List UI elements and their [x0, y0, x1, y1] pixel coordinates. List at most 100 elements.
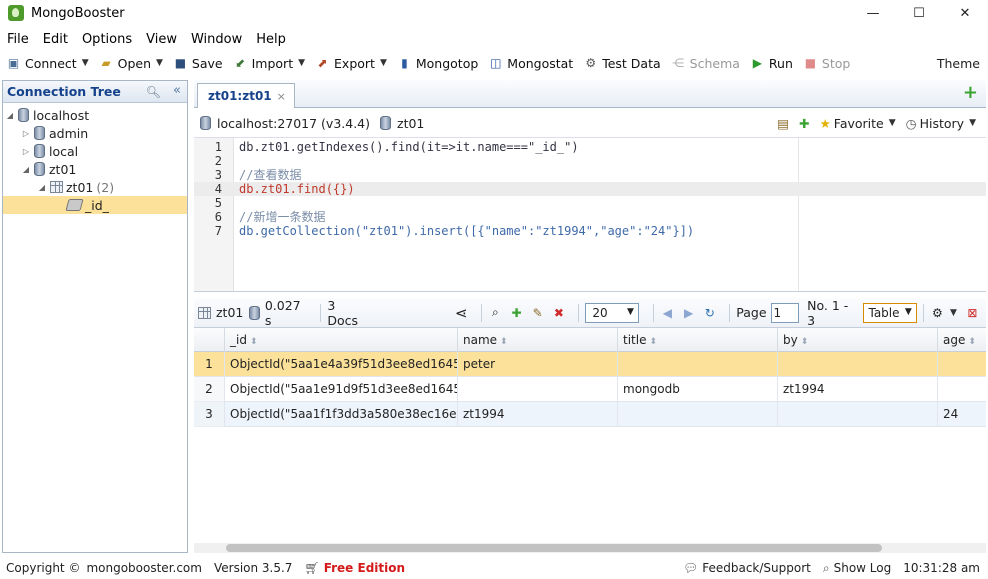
theme-button[interactable]: Theme [937, 50, 980, 76]
view-mode-select[interactable]: Table [863, 302, 917, 323]
code-line-active[interactable]: 4 db.zt01.find({}) [194, 182, 986, 196]
page-size-select[interactable]: 20 [585, 302, 639, 323]
collapsed-arrow-icon[interactable]: ▷ [21, 129, 31, 138]
stop-button[interactable]: ■ Stop [803, 52, 851, 74]
cell-title[interactable] [618, 352, 778, 377]
expanded-arrow-icon[interactable]: ◢ [5, 111, 15, 120]
chevron-down-icon[interactable]: ▼ [950, 308, 957, 318]
expanded-arrow-icon[interactable]: ◢ [37, 183, 47, 192]
menu-help[interactable]: Help [249, 32, 293, 47]
history-button[interactable]: ◷ History ▼ [906, 116, 976, 131]
add-favorite-icon[interactable]: ✚ [799, 116, 809, 131]
page-number-input[interactable]: 1 [770, 302, 800, 323]
search-icon[interactable]: 🔍︎ [146, 85, 161, 99]
tree-node-local[interactable]: ▷ local [3, 142, 187, 160]
code-line[interactable]: 1 db.zt01.getIndexes().find(it=>it.name=… [194, 140, 986, 154]
code-editor[interactable]: 1 db.zt01.getIndexes().find(it=>it.name=… [194, 137, 986, 292]
favorite-button[interactable]: ★ Favorite ▼ [820, 116, 896, 131]
tree-node-zt01-db[interactable]: ◢ zt01 [3, 160, 187, 178]
add-document-icon[interactable]: ✚ [509, 305, 524, 321]
cell-name[interactable] [458, 377, 618, 402]
cell-name[interactable]: zt1994 [458, 402, 618, 427]
cell-by[interactable] [778, 402, 938, 427]
run-button[interactable]: ▶ Run [750, 52, 793, 74]
export-label: Export [334, 55, 375, 71]
column-header-id[interactable]: _id ⬍ [225, 328, 458, 352]
menu-view[interactable]: View [139, 32, 184, 47]
edit-document-icon[interactable]: ✎ [530, 305, 545, 321]
server-info[interactable]: localhost:27017 (v3.4.4) [200, 116, 370, 131]
horizontal-scrollbar[interactable] [194, 543, 986, 553]
cell-by[interactable]: zt1994 [778, 377, 938, 402]
line-number: 5 [214, 196, 222, 210]
cell-id[interactable]: ObjectId("5aa1e91d9f51d3ee8ed16453") [225, 377, 458, 402]
next-page-icon[interactable]: ▶ [681, 305, 696, 321]
maximize-button[interactable]: ☐ [896, 0, 942, 26]
export-button[interactable]: ⬈ Export ▼ [315, 52, 387, 74]
cell-age[interactable]: 24 [938, 402, 986, 427]
table-row[interactable]: 2 ObjectId("5aa1e91d9f51d3ee8ed16453") m… [194, 377, 986, 402]
mongostat-button[interactable]: ◫ Mongostat [488, 52, 573, 74]
menu-window[interactable]: Window [184, 32, 249, 47]
menu-options[interactable]: Options [75, 32, 139, 47]
test-data-button[interactable]: ⚙ Test Data [583, 52, 660, 74]
scrollbar-thumb[interactable] [226, 544, 882, 552]
code-line[interactable]: 3 //查看数据 [194, 168, 986, 182]
minimize-button[interactable]: — [850, 0, 896, 26]
line-number: 3 [214, 168, 222, 182]
cell-id[interactable]: ObjectId("5aa1e4a39f51d3ee8ed16452") [225, 352, 458, 377]
timer-icon [249, 305, 260, 320]
collapsed-arrow-icon[interactable]: ▷ [21, 147, 31, 156]
add-tab-icon[interactable]: + [963, 84, 978, 102]
tree-node-index-id[interactable]: _id_ [3, 196, 187, 214]
cell-title[interactable]: mongodb [618, 377, 778, 402]
database-plug-icon: ▣ [7, 56, 20, 70]
column-header-title[interactable]: title ⬍ [618, 328, 778, 352]
column-header-age[interactable]: age ⬍ [938, 328, 986, 352]
cell-age[interactable] [938, 377, 986, 402]
settings-gear-icon[interactable]: ⚙ [930, 305, 945, 321]
close-results-icon[interactable]: ⊠ [965, 305, 980, 321]
edition-badge[interactable]: 🛒︎ Free Edition [304, 561, 405, 575]
menu-edit[interactable]: Edit [36, 32, 75, 47]
tree-node-zt01-collection[interactable]: ◢ zt01 (2) [3, 178, 187, 196]
column-header-name[interactable]: name ⬍ [458, 328, 618, 352]
database-info[interactable]: zt01 [380, 116, 424, 131]
save-button[interactable]: ■ Save [173, 52, 223, 74]
tab-zt01[interactable]: zt01:zt01 × [197, 83, 295, 108]
editor-tab-bar: zt01:zt01 × + [194, 80, 986, 108]
cell-age[interactable] [938, 352, 986, 377]
cell-title[interactable] [618, 402, 778, 427]
column-header-by[interactable]: by ⬍ [778, 328, 938, 352]
cell-by[interactable] [778, 352, 938, 377]
code-line[interactable]: 2 [194, 154, 986, 168]
close-window-button[interactable]: ✕ [942, 0, 988, 26]
import-button[interactable]: ⬋ Import ▼ [233, 52, 305, 74]
cell-id[interactable]: ObjectId("5aa1f1f3dd3a580e38ec16e2") [225, 402, 458, 427]
expanded-arrow-icon[interactable]: ◢ [21, 165, 31, 174]
show-log-button[interactable]: ⌕ Show Log [823, 561, 891, 576]
open-button[interactable]: ▰ Open ▼ [99, 52, 162, 74]
close-tab-icon[interactable]: × [277, 90, 286, 103]
cell-name[interactable]: peter [458, 352, 618, 377]
delete-document-icon[interactable]: ✖ [551, 305, 566, 321]
website-link[interactable]: mongobooster.com [86, 561, 202, 575]
tree-node-admin[interactable]: ▷ admin [3, 124, 187, 142]
menu-file[interactable]: File [0, 32, 36, 47]
previous-page-icon[interactable]: ◀ [660, 305, 675, 321]
refresh-icon[interactable]: ↻ [702, 305, 717, 321]
code-line[interactable]: 6 //新增一条数据 [194, 210, 986, 224]
share-icon[interactable]: ⋖ [454, 304, 469, 322]
collapse-panel-icon[interactable]: « [173, 83, 181, 98]
table-row[interactable]: 1 ObjectId("5aa1e4a39f51d3ee8ed16452") p… [194, 352, 986, 377]
clipboard-icon[interactable]: ▤ [777, 116, 789, 131]
code-line[interactable]: 7 db.getCollection("zt01").insert([{"nam… [194, 224, 986, 238]
connect-button[interactable]: ▣ Connect ▼ [6, 52, 89, 74]
table-row[interactable]: 3 ObjectId("5aa1f1f3dd3a580e38ec16e2") z… [194, 402, 986, 427]
mongotop-button[interactable]: ▮ Mongotop [397, 52, 478, 74]
feedback-link[interactable]: 💬︎ Feedback/Support [683, 561, 811, 575]
tree-node-localhost[interactable]: ◢ localhost [3, 106, 187, 124]
schema-button[interactable]: ⋲ Schema [671, 52, 740, 74]
find-document-icon[interactable]: ⌕ [488, 305, 503, 321]
code-line[interactable]: 5 [194, 196, 986, 210]
